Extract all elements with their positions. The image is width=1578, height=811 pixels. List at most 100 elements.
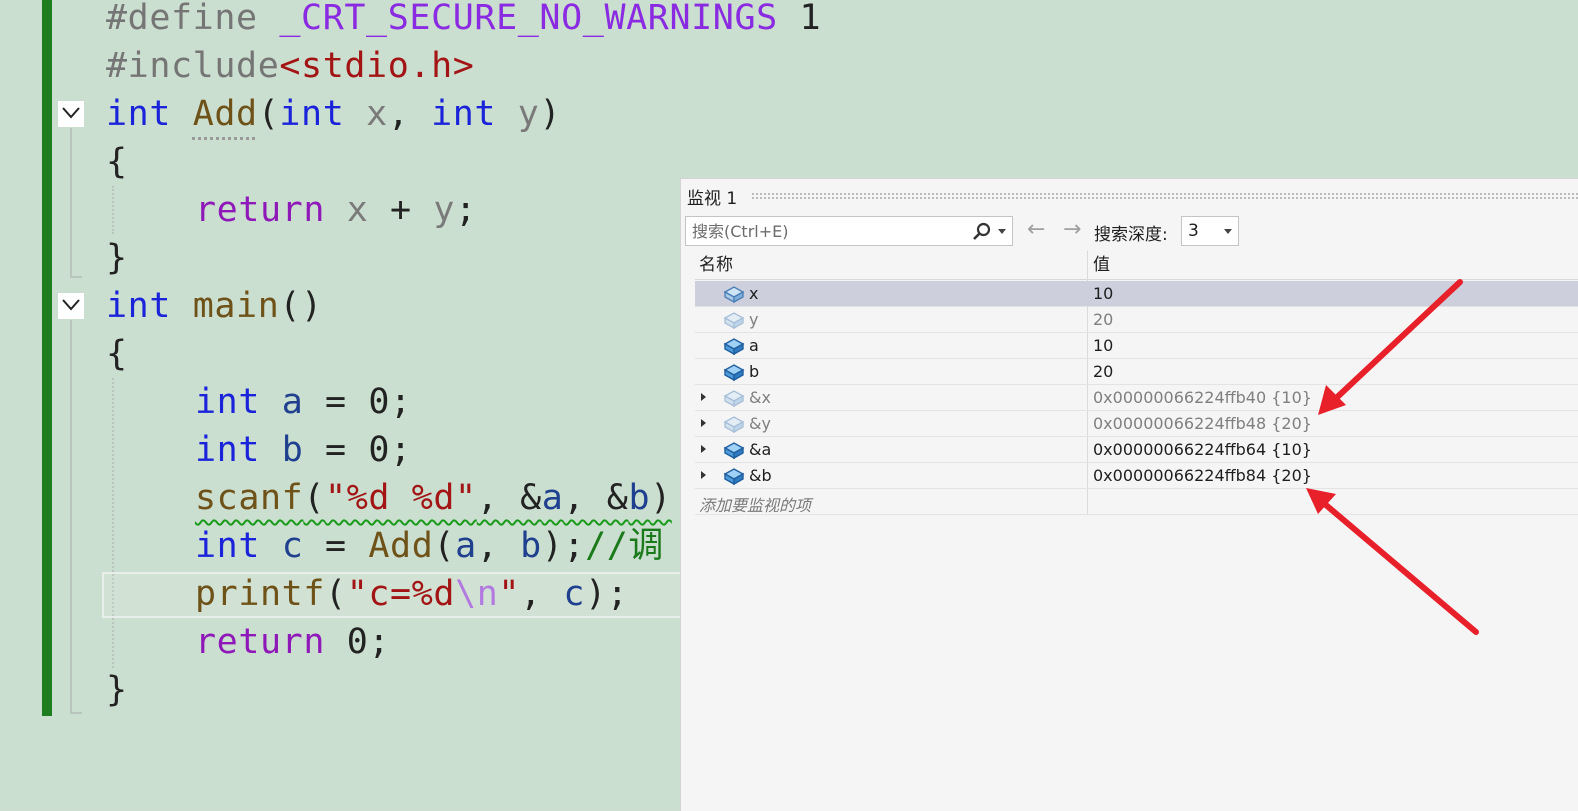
watch-value[interactable]: 10 xyxy=(1093,336,1113,355)
fold-guide xyxy=(70,320,72,714)
code-token: = xyxy=(303,526,369,566)
watch-value[interactable]: 20 xyxy=(1093,310,1113,329)
add-watch-placeholder[interactable]: 添加要监视的项 xyxy=(699,492,811,516)
code-line-2[interactable]: #include<stdio.h> xyxy=(106,42,474,90)
code-token: , xyxy=(387,94,432,134)
expand-triangle-icon[interactable] xyxy=(701,445,706,453)
watch-value[interactable]: 0x00000066224ffb40 {10} xyxy=(1093,388,1312,407)
code-line-3[interactable]: int Add(int x, int y) xyxy=(106,90,561,138)
add-watch-row[interactable]: 添加要监视的项 xyxy=(695,489,1578,515)
code-line-13[interactable]: printf("c=%d\n", c); xyxy=(195,570,628,618)
search-depth-select[interactable]: 3 xyxy=(1181,216,1239,246)
fold-guide-end xyxy=(70,276,82,278)
code-line-10[interactable]: int b = 0; xyxy=(195,426,412,474)
code-token: + xyxy=(368,190,434,230)
search-depth-label: 搜索深度: xyxy=(1094,225,1168,245)
variable-icon xyxy=(723,286,745,304)
keyword: int xyxy=(106,286,172,326)
fold-toggle-add[interactable] xyxy=(58,101,84,127)
search-icon[interactable] xyxy=(972,222,992,242)
variable-icon xyxy=(723,364,745,382)
search-forward-arrow-icon[interactable]: → xyxy=(1063,217,1081,242)
parameter: x xyxy=(346,190,369,230)
watch-value[interactable]: 0x00000066224ffb48 {20} xyxy=(1093,414,1312,433)
string-literal: "c=%d xyxy=(346,574,456,614)
watch-row[interactable]: &a 0x00000066224ffb64 {10} xyxy=(695,437,1578,463)
fold-toggle-main[interactable] xyxy=(58,293,84,319)
code-token: () xyxy=(279,286,323,326)
code-line-6[interactable]: } xyxy=(106,234,128,282)
watch-name: b xyxy=(749,362,760,381)
code-line-1[interactable]: #define _CRT_SECURE_NO_WARNINGS 1 xyxy=(106,0,821,42)
search-input[interactable] xyxy=(686,217,968,245)
search-options-dropdown-icon[interactable] xyxy=(998,229,1006,234)
watch-row[interactable]: &b 0x00000066224ffb84 {20} xyxy=(695,463,1578,489)
escape-sequence: \n xyxy=(455,574,499,614)
watch-row[interactable]: x 10 xyxy=(695,281,1578,307)
watch-row[interactable]: &y 0x00000066224ffb48 {20} xyxy=(695,411,1578,437)
code-line-14[interactable]: return 0; xyxy=(195,618,390,666)
brace: { xyxy=(106,334,128,374)
code-token: ( xyxy=(257,94,280,134)
search-back-arrow-icon[interactable]: ← xyxy=(1027,217,1045,242)
code-token: ) xyxy=(539,94,562,134)
code-token: , xyxy=(520,574,564,614)
watch-value[interactable]: 20 xyxy=(1093,362,1113,381)
watch-name: y xyxy=(749,310,759,329)
comment: //调 xyxy=(585,526,665,566)
code-token: ( xyxy=(325,574,347,614)
indent-guide xyxy=(112,378,114,668)
chevron-down-icon xyxy=(62,107,80,119)
watch-row[interactable]: y 20 xyxy=(695,307,1578,333)
local-variable: a xyxy=(541,478,564,518)
watch-value[interactable]: 0x00000066224ffb64 {10} xyxy=(1093,440,1312,459)
code-token: ( xyxy=(433,526,456,566)
watch-row[interactable]: b 20 xyxy=(695,359,1578,385)
change-indicator-bar xyxy=(42,0,52,716)
watch-title-bar[interactable]: 监视 1 xyxy=(681,179,1578,211)
watch-row[interactable]: &x 0x00000066224ffb40 {10} xyxy=(695,385,1578,411)
code-line-15[interactable]: } xyxy=(106,666,128,714)
code-token: , xyxy=(476,526,521,566)
code-line-7[interactable]: int main() xyxy=(106,282,323,330)
code-line-5[interactable]: return x + y; xyxy=(195,186,477,234)
keyword: int xyxy=(195,382,261,422)
local-variable: c xyxy=(563,574,586,614)
watch-panel: 监视 1 ← → 搜索深度: 3 名称 值 x 10 y 20 xyxy=(680,178,1578,811)
local-variable: b xyxy=(628,478,651,518)
column-header-value[interactable]: 值 xyxy=(1093,251,1110,279)
drag-grip[interactable] xyxy=(751,192,1578,200)
code-line-8[interactable]: { xyxy=(106,330,128,378)
string-literal: "%d %d" xyxy=(325,478,477,518)
search-depth-value: 3 xyxy=(1188,221,1199,241)
search-box[interactable] xyxy=(685,216,1013,246)
code-line-11[interactable]: scanf("%d %d", &a, &b) xyxy=(195,474,672,522)
local-variable: a xyxy=(281,382,304,422)
column-header-name[interactable]: 名称 xyxy=(699,251,733,279)
code-line-9[interactable]: int a = 0; xyxy=(195,378,412,426)
watch-row[interactable]: a 10 xyxy=(695,333,1578,359)
code-line-4[interactable]: { xyxy=(106,138,128,186)
variable-icon xyxy=(723,312,745,330)
function-name: Add xyxy=(192,94,258,134)
chevron-down-icon xyxy=(1224,229,1232,234)
watch-name: &a xyxy=(749,440,772,459)
function-name: main xyxy=(192,286,280,326)
expand-triangle-icon[interactable] xyxy=(701,393,706,401)
keyword: int xyxy=(195,526,261,566)
expand-triangle-icon[interactable] xyxy=(701,471,706,479)
expand-triangle-icon[interactable] xyxy=(701,419,706,427)
watch-value[interactable]: 10 xyxy=(1093,284,1113,303)
code-line-12[interactable]: int c = Add(a, b);//调 xyxy=(195,522,664,570)
function-name: printf xyxy=(195,574,326,614)
fold-guide-end xyxy=(70,712,82,714)
watch-value[interactable]: 0x00000066224ffb84 {20} xyxy=(1093,466,1312,485)
code-token: ; xyxy=(455,190,477,230)
code-token: ) xyxy=(650,478,672,518)
code-token: , & xyxy=(563,478,629,518)
watch-title: 监视 1 xyxy=(687,189,738,209)
